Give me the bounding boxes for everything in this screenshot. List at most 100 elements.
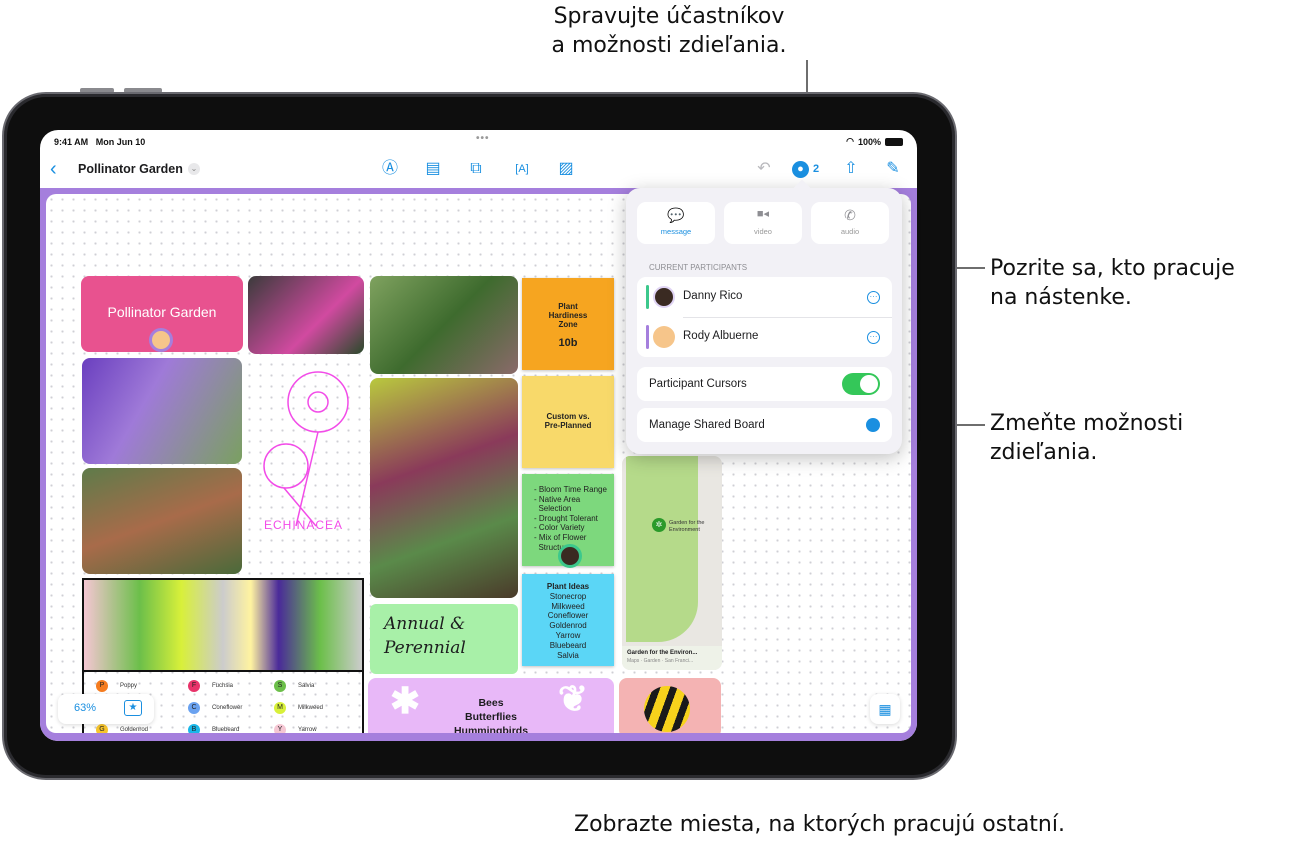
grid-icon: ▦ bbox=[878, 701, 892, 717]
grid-button[interactable]: ▦ bbox=[870, 694, 900, 724]
photo-plants-overhead[interactable] bbox=[370, 378, 518, 598]
zoom-controls: 63% ★ bbox=[58, 694, 154, 724]
participant-accent bbox=[646, 285, 649, 309]
echinacea-label: ECHINACEA bbox=[264, 518, 344, 532]
zoom-level[interactable]: 63% bbox=[74, 702, 96, 714]
pen-tool-icon[interactable]: Ⓐ bbox=[380, 159, 400, 179]
checklist-item: - Native Area bbox=[534, 494, 581, 504]
bee-sticker[interactable] bbox=[619, 678, 721, 733]
board-title[interactable]: Pollinator Garden bbox=[78, 162, 183, 176]
sticky-text: Custom vs. Pre-Planned bbox=[544, 412, 592, 430]
annual-perennial-note[interactable]: Annual & Perennial bbox=[370, 604, 518, 674]
avatar bbox=[653, 326, 675, 348]
collaborator-count: 2 bbox=[813, 163, 820, 175]
photo-bee-salvia[interactable] bbox=[82, 358, 242, 464]
more-options-icon[interactable]: ··· bbox=[867, 331, 880, 344]
plant-idea: Bluebeard bbox=[549, 640, 587, 650]
callout-line: zdieľania. bbox=[990, 440, 1098, 465]
flower-sketch-icon bbox=[263, 371, 349, 527]
checklist-item: - Color Variety bbox=[534, 523, 585, 533]
battery-icon bbox=[885, 137, 903, 146]
multitasking-dots[interactable]: ••• bbox=[476, 133, 490, 144]
text-box-icon[interactable]: [A] bbox=[510, 159, 534, 179]
legend-item: G Goldenrod bbox=[96, 724, 148, 733]
pollinators-card[interactable]: ✱ ❦ Bees Butterflies Hummingbirds bbox=[368, 678, 614, 733]
audio-label: audio bbox=[840, 227, 860, 236]
section-header: CURRENT PARTICIPANTS bbox=[649, 263, 748, 272]
legend-item: M Milkweed bbox=[274, 702, 323, 714]
map-footer: Garden for the Environ... Maps · Garden … bbox=[622, 646, 722, 670]
map-subtitle: Maps · Garden · San Franci... bbox=[627, 658, 694, 664]
callout-see-others: Zobrazte miesta, na ktorých pracujú osta… bbox=[574, 812, 1065, 837]
manage-shared-board-label: Manage Shared Board bbox=[649, 419, 765, 431]
sticky-hardiness[interactable]: Plant Hardiness Zone 10b bbox=[522, 278, 614, 370]
legend-item: B Bluebeard bbox=[188, 724, 239, 733]
handwriting-line: Perennial bbox=[384, 638, 466, 658]
battery-status: ◠ 100% bbox=[846, 136, 903, 147]
map-pin-icon: ✲ bbox=[652, 518, 666, 532]
legend-item: P Poppy bbox=[96, 680, 137, 692]
checklist-item: - Bloom Time Range bbox=[534, 485, 607, 494]
title-card-text: Pollinator Garden bbox=[107, 304, 217, 320]
plant-idea: Stonecrop bbox=[549, 591, 587, 601]
collaborate-button[interactable]: ● 2 bbox=[792, 159, 819, 179]
collaboration-popover: 💬 message ■◂ video ✆ audio CURRENT PARTI… bbox=[626, 179, 902, 454]
video-label: video bbox=[754, 227, 772, 236]
participant-accent bbox=[646, 325, 649, 349]
participants-list: Danny Rico ··· Rody Albuerne ··· bbox=[637, 277, 892, 357]
garden-plan-drawing[interactable] bbox=[82, 578, 364, 672]
handwriting-line: Annual & bbox=[384, 614, 466, 634]
callout-line: a možnosti zdieľania. bbox=[551, 33, 787, 58]
checklist-item: - Mix of Flower bbox=[534, 532, 587, 542]
checklist-item: - Drought Tolerant bbox=[534, 513, 598, 523]
sticky-text: Plant Hardiness Zone bbox=[548, 302, 588, 329]
manage-shared-board-row[interactable]: Manage Shared Board bbox=[637, 408, 892, 442]
collaboration-icon: ● bbox=[792, 160, 809, 178]
back-chevron-icon[interactable]: ‹ bbox=[50, 158, 57, 181]
photo-hummingbird[interactable] bbox=[370, 276, 518, 374]
share-icon[interactable]: ⇧ bbox=[841, 159, 861, 179]
sticky-note-icon[interactable]: ▤ bbox=[423, 159, 443, 179]
participant-row[interactable]: Rody Albuerne ··· bbox=[637, 317, 892, 357]
bee-silhouette-icon: ✱ bbox=[390, 680, 421, 721]
plant-idea: Milkweed bbox=[551, 601, 585, 611]
legend-item: S Salvia bbox=[274, 680, 314, 692]
favorite-icon[interactable]: ★ bbox=[124, 700, 142, 716]
video-button[interactable]: ■◂ video bbox=[724, 202, 802, 244]
echinacea-drawing[interactable]: ECHINACEA bbox=[256, 356, 361, 536]
status-time: 9:41 AM Mon Jun 10 bbox=[54, 137, 146, 147]
participant-name: Rody Albuerne bbox=[683, 330, 759, 342]
checklist-item: Selection bbox=[534, 504, 572, 514]
participant-cursors-toggle[interactable] bbox=[842, 373, 880, 395]
more-options-icon[interactable]: ··· bbox=[867, 291, 880, 304]
message-button[interactable]: 💬 message bbox=[637, 202, 715, 244]
photo-garden-bed[interactable] bbox=[82, 468, 242, 574]
participant-row[interactable]: Danny Rico ··· bbox=[637, 277, 892, 317]
message-icon: 💬 bbox=[667, 207, 685, 223]
map-pin-label: Garden for the Environment bbox=[669, 520, 705, 533]
shapes-icon[interactable]: ⧉ bbox=[466, 159, 486, 179]
callout-line: Zmeňte možnosti bbox=[990, 411, 1184, 436]
collaboration-icon bbox=[866, 418, 880, 432]
callout-line: Spravujte účastníkov bbox=[553, 4, 785, 29]
callout-see-participants: Pozrite sa, kto pracuje na nástenke. bbox=[990, 254, 1235, 312]
undo-icon[interactable]: ↶ bbox=[754, 159, 774, 179]
legend-item: C Coneflower bbox=[188, 702, 242, 714]
audio-button[interactable]: ✆ audio bbox=[811, 202, 889, 244]
callout-line: na nástenke. bbox=[990, 285, 1132, 310]
message-label: message bbox=[660, 227, 692, 236]
map-park-area bbox=[626, 456, 698, 642]
toolbar: ‹ Pollinator Garden ⌄ Ⓐ ▤ ⧉ [A] ▨ ↶ ● 2 … bbox=[40, 152, 917, 188]
sticky-custom[interactable]: Custom vs. Pre-Planned bbox=[522, 376, 614, 468]
status-bar: 9:41 AM Mon Jun 10 ••• ◠ 100% bbox=[40, 130, 917, 152]
media-icon[interactable]: ▨ bbox=[556, 159, 576, 179]
callout-manage-participants: Spravujte účastníkov a možnosti zdieľani… bbox=[528, 2, 810, 60]
callout-change-sharing: Zmeňte možnosti zdieľania. bbox=[990, 409, 1183, 467]
plant-idea: Yarrow bbox=[555, 630, 581, 640]
compose-icon[interactable]: ✎ bbox=[883, 159, 903, 179]
map-card[interactable]: ✲ Garden for the Environment Garden for t… bbox=[622, 456, 722, 670]
sticky-plant-ideas[interactable]: Plant Ideas Stonecrop Milkweed Coneflowe… bbox=[522, 574, 614, 666]
title-menu-chevron-icon[interactable]: ⌄ bbox=[188, 163, 200, 175]
participant-cursor-avatar bbox=[149, 328, 173, 352]
photo-butterfly[interactable] bbox=[248, 276, 364, 354]
